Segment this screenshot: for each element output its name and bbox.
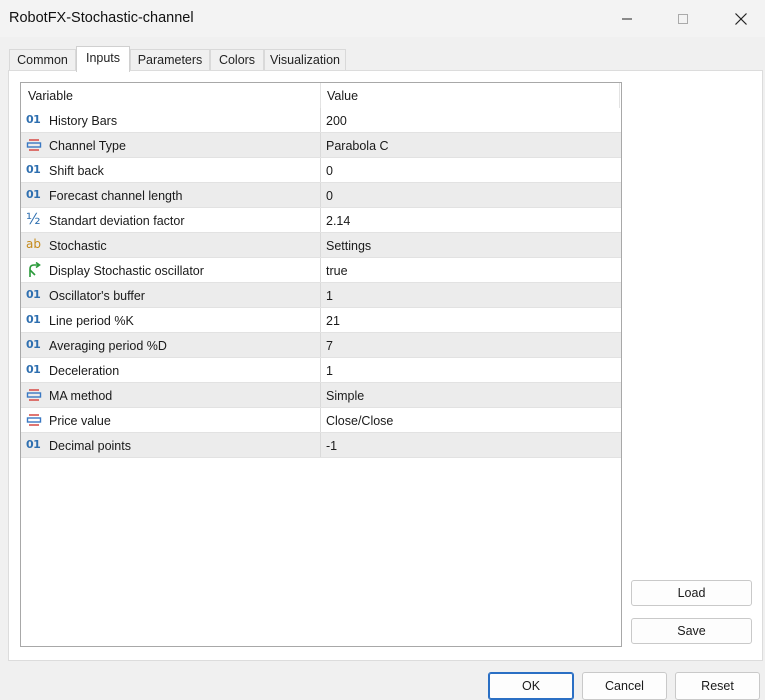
table-row[interactable]: ab Stochastic Settings [21,233,621,258]
row-value[interactable]: 1 [326,289,333,303]
inputs-grid[interactable]: Variable Value 01 History Bars 200 Channel … [20,82,622,647]
cell-divider [320,233,321,257]
ok-button[interactable]: OK [488,672,574,700]
row-value[interactable]: 2.14 [326,214,350,228]
enum-icon [26,387,42,403]
enum-icon [26,137,42,153]
cell-divider [320,383,321,407]
integer-icon: 01 [26,438,41,451]
cell-divider [320,133,321,157]
tab-inputs[interactable]: Inputs [76,46,130,72]
tab-parameters[interactable]: Parameters [130,49,210,70]
column-header-value[interactable]: Value [327,89,358,103]
row-variable-name: Decimal points [49,439,131,453]
table-row[interactable]: 01 Line period %K 21 [21,308,621,333]
maximize-button[interactable] [660,0,706,37]
table-row[interactable]: 01 History Bars 200 [21,108,621,133]
tab-common[interactable]: Common [9,49,76,70]
cell-divider [320,108,321,132]
integer-icon: 01 [26,163,41,176]
save-button[interactable]: Save [631,618,752,644]
row-variable-name: MA method [49,389,113,403]
grid-rows: 01 History Bars 200 Channel Type Parabola C0… [21,108,621,458]
row-value[interactable]: 0 [326,189,333,203]
integer-icon: 01 [26,113,41,126]
integer-icon: 01 [26,313,41,326]
integer-icon: 01 [26,188,41,201]
tab-visualization[interactable]: Visualization [264,49,346,70]
integer-icon: 01 [26,288,41,301]
row-variable-name: Stochastic [49,239,107,253]
cell-divider [320,433,321,457]
row-variable-name: Shift back [49,164,104,178]
row-variable-name: Channel Type [49,139,126,153]
table-row[interactable]: Display Stochastic oscillator true [21,258,621,283]
table-row[interactable]: ½ Standart deviation factor 2.14 [21,208,621,233]
table-row[interactable]: Channel Type Parabola C [21,133,621,158]
table-row[interactable]: Price value Close/Close [21,408,621,433]
row-variable-name: Forecast channel length [49,189,183,203]
row-value[interactable]: 7 [326,339,333,353]
row-value[interactable]: 1 [326,364,333,378]
row-value[interactable]: true [326,264,348,278]
string-icon: ab [26,237,41,251]
table-row[interactable]: 01 Oscillator's buffer 1 [21,283,621,308]
column-edge [619,83,620,108]
row-variable-name: History Bars [49,114,118,128]
reset-button[interactable]: Reset [675,672,760,700]
cell-divider [320,183,321,207]
row-variable-name: Deceleration [49,364,120,378]
close-button[interactable] [718,0,764,37]
row-value[interactable]: 200 [326,114,347,128]
row-value[interactable]: 0 [326,164,333,178]
bool-icon [26,261,42,278]
column-divider[interactable] [320,83,321,108]
tab-colors[interactable]: Colors [210,49,264,70]
window-title: RobotFX-Stochastic-channel [9,10,194,26]
table-row[interactable]: 01 Decimal points -1 [21,433,621,458]
table-row[interactable]: MA method Simple [21,383,621,408]
cell-divider [320,158,321,182]
row-variable-name: Line period %K [49,314,134,328]
row-variable-name: Display Stochastic oscillator [49,264,204,278]
title-bar: RobotFX-Stochastic-channel [0,0,765,37]
cell-divider [320,258,321,282]
row-value[interactable]: Settings [326,239,371,253]
cell-divider [320,333,321,357]
cell-divider [320,408,321,432]
row-variable-name: Standart deviation factor [49,214,185,228]
cell-divider [320,283,321,307]
row-value[interactable]: Close/Close [326,414,393,428]
close-icon [735,12,747,25]
row-variable-name: Price value [49,414,111,428]
row-value[interactable]: -1 [326,439,337,453]
integer-icon: 01 [26,338,41,351]
row-variable-name: Oscillator's buffer [49,289,145,303]
minimize-button[interactable] [604,0,650,37]
minimize-icon [622,18,632,19]
table-row[interactable]: 01 Shift back 0 [21,158,621,183]
cell-divider [320,208,321,232]
load-button[interactable]: Load [631,580,752,606]
double-icon: ½ [26,210,41,228]
row-value[interactable]: Parabola C [326,139,389,153]
enum-icon [26,412,42,428]
cancel-button[interactable]: Cancel [582,672,667,700]
table-row[interactable]: 01 Forecast channel length 0 [21,183,621,208]
maximize-icon [678,13,688,24]
row-value[interactable]: Simple [326,389,364,403]
table-row[interactable]: 01 Averaging period %D 7 [21,333,621,358]
table-row[interactable]: 01 Deceleration 1 [21,358,621,383]
integer-icon: 01 [26,363,41,376]
grid-header: Variable Value [21,83,621,108]
cell-divider [320,358,321,382]
cell-divider [320,308,321,332]
row-value[interactable]: 21 [326,314,340,328]
row-variable-name: Averaging period %D [49,339,167,353]
column-header-variable[interactable]: Variable [28,89,73,103]
